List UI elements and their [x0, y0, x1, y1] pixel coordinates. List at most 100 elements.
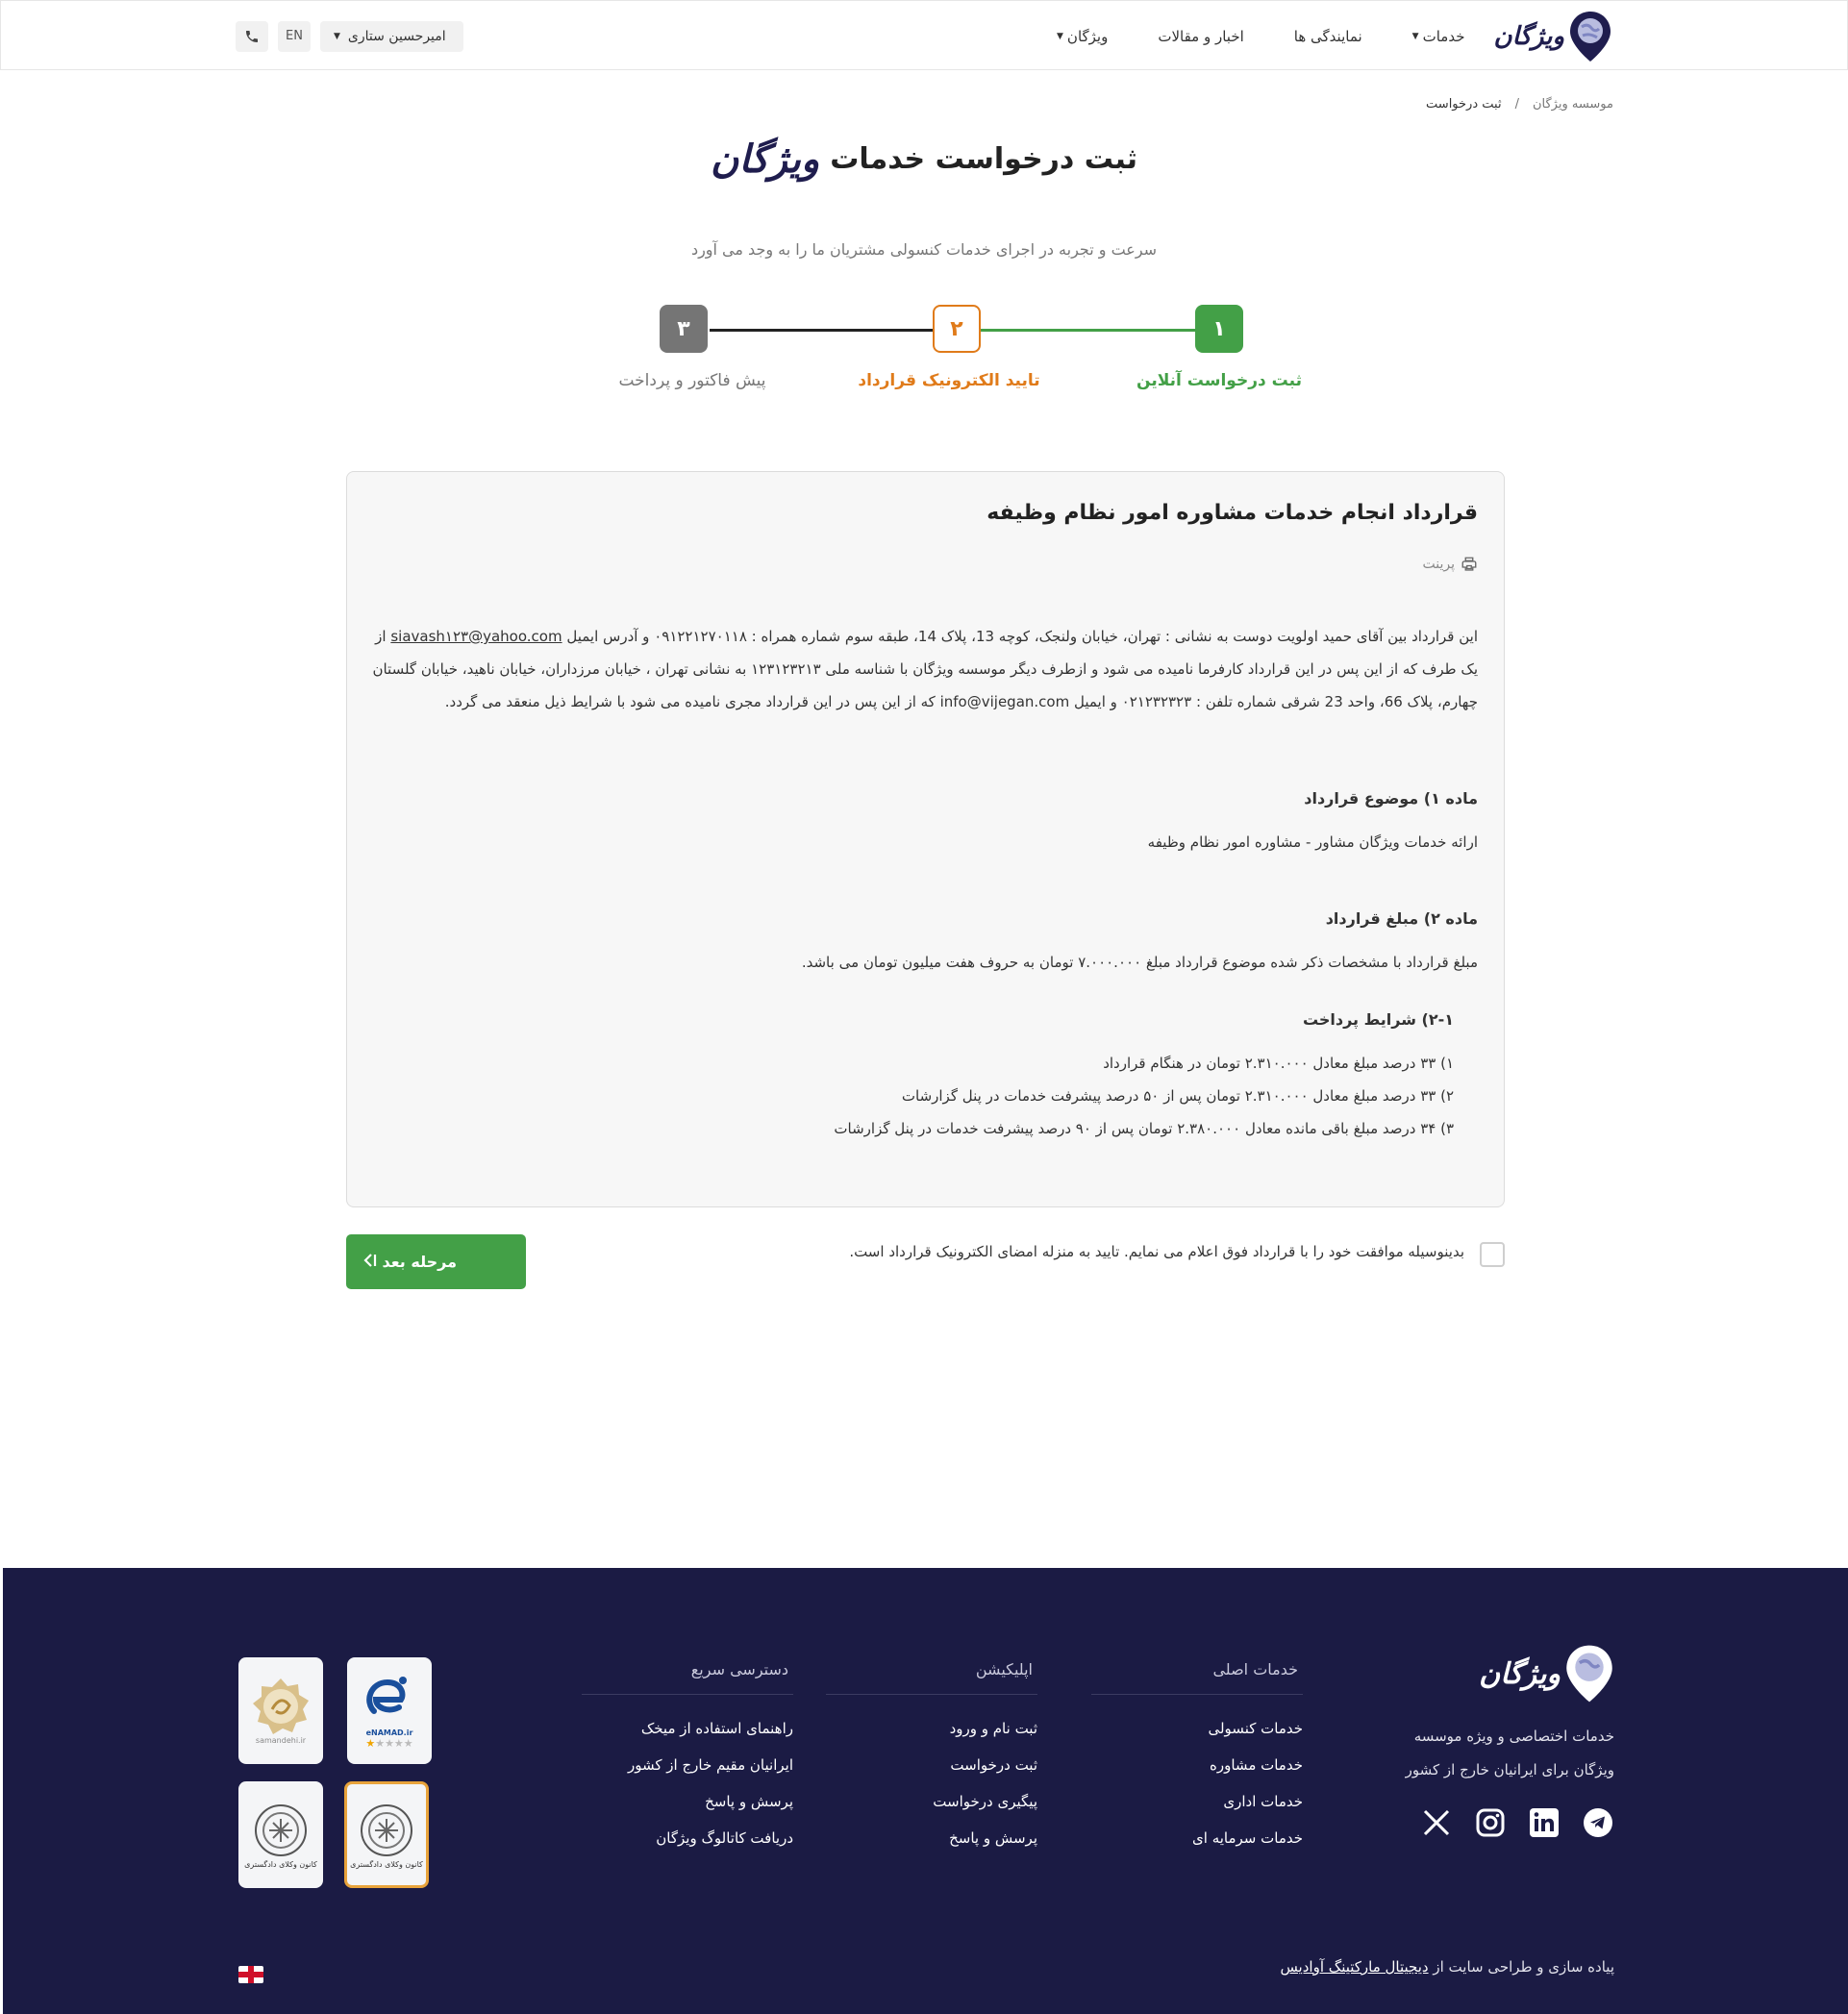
payment-terms-title: ۲-۱) شرایط پرداخت [1302, 1010, 1454, 1029]
nav-label: خدمات [1422, 27, 1465, 45]
english-flag-icon[interactable] [238, 1966, 263, 1983]
footer-col-quick: دسترسی سریع راهنمای استفاده از میخک ایرا… [582, 1660, 793, 1856]
step-3-label: پیش فاکتور و پرداخت [618, 371, 766, 390]
globe-pin-icon [1566, 1645, 1612, 1703]
step-3-badge: ۳ [660, 305, 708, 353]
payment-list: ۱) ۳۳ درصد مبلغ معادل ۲.۳۱۰.۰۰۰ تومان در… [834, 1047, 1454, 1145]
agree-label: بدینوسیله موافقت خود را با قرارداد فوق ا… [849, 1243, 1464, 1260]
footer-description-line: ویژگان برای ایرانیان خارج از کشور [1405, 1761, 1614, 1778]
rating-stars: ★★★★★ [365, 1736, 413, 1750]
footer-link[interactable]: راهنمای استفاده از میخک [582, 1710, 793, 1747]
footer-link[interactable]: ایرانیان مقیم خارج از کشور [582, 1747, 793, 1783]
nav-agencies[interactable]: نمایندگی ها [1294, 28, 1362, 45]
footer-link[interactable]: پرسش و پاسخ [582, 1783, 793, 1820]
nav-label: نمایندگی ها [1293, 27, 1362, 45]
nav-label: اخبار و مقالات [1158, 27, 1244, 45]
telegram-icon[interactable] [1582, 1806, 1614, 1839]
footer-link[interactable]: دریافت کاتالوگ ویژگان [582, 1820, 793, 1856]
footer-link[interactable]: خدمات مشاوره [1091, 1747, 1303, 1783]
footer-col-title: دسترسی سریع [582, 1660, 793, 1695]
breadcrumb: موسسه ویژگان / ثبت درخواست [1426, 97, 1613, 112]
footer-credit-link[interactable]: دیجیتال مارکتینگ آوادیس [1280, 1958, 1428, 1976]
payment-item: ۱) ۳۳ درصد مبلغ معادل ۲.۳۱۰.۰۰۰ تومان در… [1103, 1055, 1454, 1072]
linkedin-icon[interactable] [1528, 1806, 1561, 1839]
globe-pin-icon [1568, 10, 1612, 63]
breadcrumb-current: ثبت درخواست [1426, 97, 1502, 112]
printer-icon [1461, 557, 1477, 571]
step-1-badge: ۱ [1195, 305, 1243, 353]
phone-button[interactable] [236, 20, 268, 52]
footer-col-app: اپلیکیشن ثبت نام و ورود ثبت درخواست پیگی… [826, 1660, 1037, 1856]
step-2-label: تایید الکترونیک قرارداد [858, 371, 1040, 390]
next-step-label: مرحله بعد [382, 1253, 457, 1271]
page-title-brand: ویژگان [711, 137, 820, 182]
stepper-line-completed [981, 329, 1219, 332]
bar-association-label: کانون وکلای دادگستری [350, 1860, 423, 1869]
user-menu-button[interactable]: امیرحسین ستاری ▼ [320, 20, 463, 52]
page-title-text: ثبت درخواست خدمات [830, 142, 1137, 176]
bar-association-badge[interactable]: کانون وکلای دادگستری [238, 1781, 323, 1888]
footer-brand: ویژگان خدمات اختصاصی و ویژه موسسه ویژگان… [1364, 1643, 1614, 1839]
footer-credit: پیاده سازی و طراحی سایت از دیجیتال مارکت… [1280, 1958, 1614, 1976]
stepper-line-pending [710, 329, 933, 332]
footer-col-title: اپلیکیشن [826, 1660, 1037, 1695]
page-title: ثبت درخواست خدمات ویژگان [0, 137, 1848, 182]
article-1-title: ماده ۱) موضوع قرارداد [1304, 789, 1478, 808]
enamad-label: eNAMAD.ir [365, 1728, 413, 1737]
main-nav: خدمات ▼ نمایندگی ها اخبار و مقالات ویژگا… [1057, 28, 1464, 45]
article-2-title: ماده ۲) مبلغ قرارداد [1325, 909, 1478, 928]
footer-logo[interactable]: ویژگان [1364, 1643, 1614, 1704]
footer-description: خدمات اختصاصی و ویژه موسسه ویژگان برای ا… [1364, 1720, 1614, 1787]
samandehi-badge[interactable]: samandehi.ir [238, 1657, 323, 1764]
phone-icon [246, 30, 258, 42]
print-label: پرینت [1422, 557, 1456, 572]
print-button[interactable]: پرینت [1423, 556, 1479, 573]
agree-checkbox[interactable] [1480, 1242, 1505, 1267]
header-brand-text: ویژگان [1493, 21, 1564, 51]
article-2-text: مبلغ قرارداد با مشخصات ذکر شده موضوع قرا… [801, 954, 1478, 971]
footer-brand-text: ویژگان [1479, 1656, 1561, 1691]
footer-link[interactable]: خدمات کنسولی [1091, 1710, 1303, 1747]
article-1-text: ارائه خدمات ویژگان مشاور - مشاوره امور ن… [1147, 833, 1478, 851]
footer-link[interactable]: پیگیری درخواست [826, 1783, 1037, 1820]
footer-col-title: خدمات اصلی [1091, 1660, 1303, 1695]
bar-association-badge[interactable]: کانون وکلای دادگستری [344, 1781, 429, 1888]
footer-col-services: خدمات اصلی خدمات کنسولی خدمات مشاوره خدم… [1091, 1660, 1303, 1856]
contract-email-link[interactable]: siavash۱۲۳@yahoo.com [390, 628, 562, 645]
site-footer: ویژگان خدمات اختصاصی و ویژه موسسه ویژگان… [3, 1568, 1848, 2014]
samandehi-seal-icon [253, 1678, 309, 1734]
contract-card: قرارداد انجام خدمات مشاوره امور نظام وظی… [346, 471, 1505, 1207]
samandehi-label: samandehi.ir [255, 1736, 307, 1745]
double-chevron-left-icon [363, 1253, 381, 1271]
nav-vijegan[interactable]: ویژگان ▼ [1057, 28, 1108, 45]
nav-news[interactable]: اخبار و مقالات [1158, 28, 1243, 45]
next-step-button[interactable]: مرحله بعد [346, 1234, 526, 1289]
caret-down-icon: ▼ [1057, 31, 1063, 41]
emblem-icon [361, 1804, 412, 1856]
contract-title: قرارداد انجام خدمات مشاوره امور نظام وظی… [986, 501, 1478, 525]
language-button[interactable]: EN [278, 20, 311, 52]
footer-credit-prefix: پیاده سازی و طراحی سایت از [1428, 1958, 1614, 1976]
x-icon[interactable] [1420, 1806, 1453, 1839]
user-name: امیرحسین ستاری [347, 28, 446, 44]
nav-services[interactable]: خدمات ▼ [1412, 28, 1465, 45]
footer-link[interactable]: خدمات سرمایه ای [1091, 1820, 1303, 1856]
enamad-badge[interactable]: eNAMAD.ir ★★★★★ [347, 1657, 432, 1764]
step-2-badge: ۲ [933, 305, 981, 353]
footer-link[interactable]: پرسش و پاسخ [826, 1820, 1037, 1856]
contract-intro-part-1: این قرارداد بین آقای حمید اولویت دوست به… [566, 628, 1478, 645]
breadcrumb-home[interactable]: موسسه ویژگان [1533, 97, 1613, 112]
step-1-label: ثبت درخواست آنلاین [1136, 371, 1302, 390]
footer-link[interactable]: ثبت درخواست [826, 1747, 1037, 1783]
footer-link[interactable]: ثبت نام و ورود [826, 1710, 1037, 1747]
payment-item: ۳) ۳۴ درصد مبلغ باقی مانده معادل ۲.۳۸۰.۰… [834, 1120, 1454, 1137]
nav-label: ویژگان [1066, 27, 1109, 45]
emblem-icon [255, 1804, 307, 1856]
header-logo[interactable]: ویژگان [1493, 10, 1612, 63]
caret-down-icon: ▼ [1411, 31, 1419, 41]
instagram-icon[interactable] [1474, 1806, 1507, 1839]
bar-association-label: کانون وکلای دادگستری [244, 1860, 317, 1869]
page-subtitle: سرعت و تجربه در اجرای خدمات کنسولی مشتری… [690, 240, 1158, 259]
footer-link[interactable]: خدمات اداری [1091, 1783, 1303, 1820]
breadcrumb-separator: / [1514, 97, 1519, 112]
